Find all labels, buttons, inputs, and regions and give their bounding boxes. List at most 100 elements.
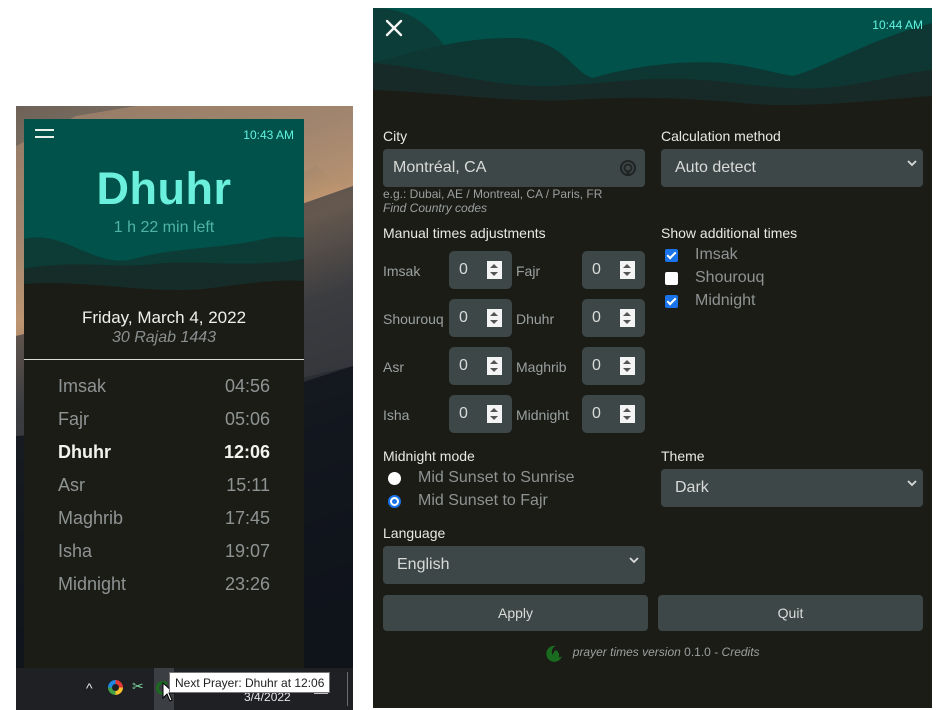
geolocation-icon[interactable] xyxy=(619,159,637,177)
spinner-icon[interactable] xyxy=(487,405,502,423)
adjust-value: 0 xyxy=(592,261,601,278)
spinner-icon[interactable] xyxy=(620,261,635,279)
close-icon[interactable] xyxy=(384,18,404,38)
adjust-label-isha: Isha xyxy=(383,407,410,423)
prayer-time: 23:26 xyxy=(224,574,270,594)
theme-value: Dark xyxy=(675,479,709,496)
credits-link[interactable]: Credits xyxy=(722,645,760,659)
prayer-name: Dhuhr xyxy=(58,442,111,462)
prayer-row-isha: Isha 19:07 xyxy=(58,541,270,574)
app-name-text: prayer times version xyxy=(572,645,681,660)
midnight-checkbox[interactable] xyxy=(665,295,678,308)
adjust-value: 0 xyxy=(459,357,468,374)
midnight-checkbox-label[interactable]: Midnight xyxy=(695,292,755,310)
chevron-down-icon xyxy=(629,557,639,564)
adjust-value: 0 xyxy=(592,405,601,422)
spinner-icon[interactable] xyxy=(620,357,635,375)
adjust-value: 0 xyxy=(592,357,601,374)
show-hidden-icons-chevron-icon[interactable]: ^ xyxy=(86,680,93,696)
adjust-shourouq-input[interactable]: 0 xyxy=(449,299,512,337)
widget-header: 10:43 AM Dhuhr 1 h 22 min left xyxy=(24,119,304,309)
prayer-name: Fajr xyxy=(58,409,89,429)
prayer-time: 19:07 xyxy=(224,541,270,561)
prayer-row-maghrib: Maghrib 17:45 xyxy=(58,508,270,541)
theme-select[interactable]: Dark xyxy=(661,469,923,507)
adjust-imsak-input[interactable]: 0 xyxy=(449,251,512,289)
adjust-label-asr: Asr xyxy=(383,359,404,375)
calculation-method-select[interactable]: Auto detect xyxy=(661,149,923,187)
prayer-time: 17:45 xyxy=(224,508,270,528)
shourouq-checkbox-label[interactable]: Shourouq xyxy=(695,269,764,287)
city-value: Montréal, CA xyxy=(393,159,487,176)
prayer-name: Isha xyxy=(58,541,93,561)
adjust-maghrib-input[interactable]: 0 xyxy=(582,347,645,385)
prayer-row-fajr: Fajr 05:06 xyxy=(58,409,270,442)
footer-separator: - xyxy=(714,645,719,660)
prayer-name: Midnight xyxy=(58,574,127,594)
midnight-mode-sunrise-label[interactable]: Mid Sunset to Sunrise xyxy=(418,469,575,487)
adjust-label-imsak: Imsak xyxy=(383,263,421,279)
imsak-checkbox[interactable] xyxy=(665,249,678,262)
shourouq-checkbox[interactable] xyxy=(665,272,678,285)
calculation-method-value: Auto detect xyxy=(675,159,756,176)
mosque-crescent-logo-icon xyxy=(546,645,563,662)
adjust-isha-input[interactable]: 0 xyxy=(449,395,512,433)
language-select[interactable]: English xyxy=(383,546,645,584)
theme-label: Theme xyxy=(661,448,705,464)
prayer-name: Asr xyxy=(58,475,85,495)
midnight-mode-fajr-radio[interactable] xyxy=(388,495,401,508)
next-prayer-name: Dhuhr xyxy=(96,163,232,214)
widget-clock: 10:43 AM xyxy=(243,128,294,142)
spinner-icon[interactable] xyxy=(487,309,502,327)
adjust-value: 0 xyxy=(592,309,601,326)
taskbar-separator xyxy=(347,672,348,706)
tray-tooltip: Next Prayer: Dhuhr at 12:06 xyxy=(169,672,331,693)
apply-button[interactable]: Apply xyxy=(383,595,648,631)
prayer-widget: 10:43 AM Dhuhr 1 h 22 min left Friday, M… xyxy=(24,119,304,668)
settings-window: 10:44 AM City Montréal, CA e.g.: Dubai, … xyxy=(373,8,932,708)
chevron-down-icon xyxy=(907,480,917,487)
hamburger-menu-icon[interactable] xyxy=(35,129,54,143)
adjust-value: 0 xyxy=(459,405,468,422)
language-label: Language xyxy=(383,525,446,541)
spinner-icon[interactable] xyxy=(487,357,502,375)
adjust-dhuhr-input[interactable]: 0 xyxy=(582,299,645,337)
prayer-time: 12:06 xyxy=(223,442,270,462)
spinner-icon[interactable] xyxy=(620,405,635,423)
quit-button[interactable]: Quit xyxy=(658,595,923,631)
prayer-times-list: Imsak 04:56 Fajr 05:06 Dhuhr 12:06 Asr 15:11… xyxy=(58,376,270,607)
prayer-time: 05:06 xyxy=(224,409,270,429)
midnight-mode-fajr-label[interactable]: Mid Sunset to Fajr xyxy=(418,492,548,510)
prayer-row-dhuhr: Dhuhr 12:06 xyxy=(58,442,270,475)
adjust-midnight-input[interactable]: 0 xyxy=(582,395,645,433)
tray-app-colorful-icon[interactable] xyxy=(108,680,123,695)
prayer-time: 04:56 xyxy=(224,376,270,396)
prayer-name: Imsak xyxy=(58,376,107,396)
time-left: 1 h 22 min left xyxy=(113,219,215,236)
adjust-label-fajr: Fajr xyxy=(516,263,541,279)
adjust-fajr-input[interactable]: 0 xyxy=(582,251,645,289)
language-value: English xyxy=(397,556,450,573)
prayer-row-imsak: Imsak 04:56 xyxy=(58,376,270,409)
midnight-mode-sunrise-radio[interactable] xyxy=(388,472,401,485)
gregorian-date: Friday, March 4, 2022 xyxy=(81,308,247,327)
find-country-codes-link[interactable]: Find Country codes xyxy=(383,201,487,215)
settings-clock: 10:44 AM xyxy=(872,18,923,32)
imsak-checkbox-label[interactable]: Imsak xyxy=(695,246,738,264)
adjust-label-dhuhr: Dhuhr xyxy=(516,311,555,327)
adjust-asr-input[interactable]: 0 xyxy=(449,347,512,385)
calculation-method-label: Calculation method xyxy=(661,128,781,144)
city-hint: e.g.: Dubai, AE / Montreal, CA / Paris, … xyxy=(383,187,603,201)
hijri-date: 30 Rajab 1443 xyxy=(111,329,217,346)
adjust-label-midnight: Midnight xyxy=(516,407,569,423)
adjust-value: 0 xyxy=(459,261,468,278)
wave-background xyxy=(373,8,932,128)
city-input[interactable]: Montréal, CA xyxy=(383,149,645,187)
version-text: 0.1.0 xyxy=(684,645,711,660)
tray-app-scissors-icon[interactable]: ✂ xyxy=(132,678,144,695)
prayer-row-asr: Asr 15:11 xyxy=(58,475,270,508)
adjust-label-shourouq: Shourouq xyxy=(383,311,444,327)
prayer-time: 15:11 xyxy=(226,475,270,495)
spinner-icon[interactable] xyxy=(487,261,502,279)
spinner-icon[interactable] xyxy=(620,309,635,327)
